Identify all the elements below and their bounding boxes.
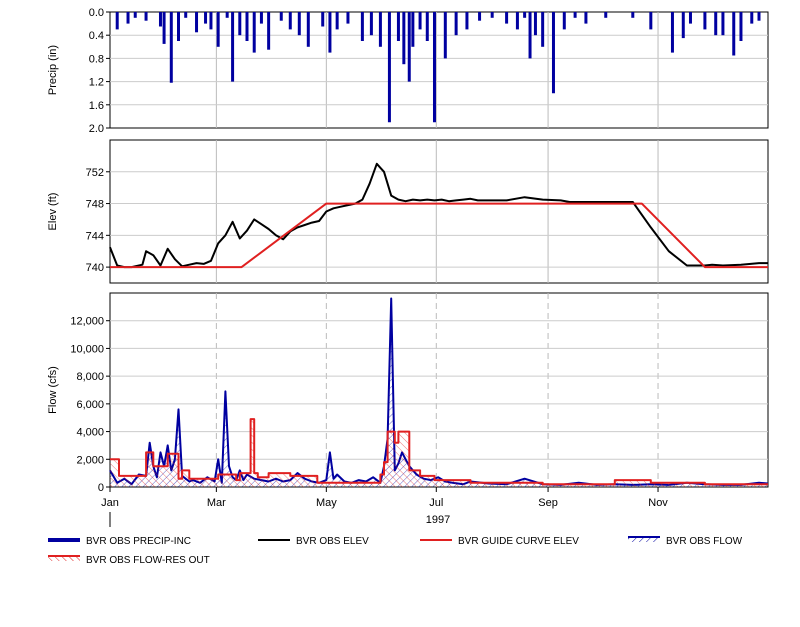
y-tick-label: 744 <box>86 230 104 242</box>
legend-label: BVR OBS PRECIP-INC <box>86 536 191 547</box>
y-tick-label: 0 <box>98 482 104 494</box>
x-axis: Jan Mar May Jul Sep Nov 1997 <box>101 487 668 527</box>
y-tick-label: 0.0 <box>89 7 104 19</box>
legend-label: BVR GUIDE CURVE ELEV <box>458 536 579 547</box>
y-tick-label: 10,000 <box>70 343 104 355</box>
y-tick-label: 6,000 <box>76 399 104 411</box>
x-tick-label: Sep <box>538 497 558 509</box>
x-tick-label: Jul <box>429 497 443 509</box>
legend-label: BVR OBS FLOW <box>666 536 743 547</box>
x-tick-label: May <box>316 497 337 509</box>
y-axis-label: Elev (ft) <box>47 193 59 231</box>
y-axis-label: Flow (cfs) <box>47 366 59 414</box>
y-axis-label: Precip (in) <box>47 45 59 95</box>
y-tick-label: 752 <box>86 167 104 179</box>
panel-2: 740 744 748 752 Elev (ft) <box>47 139 769 284</box>
y-tick-label: 740 <box>86 262 104 274</box>
year-label: 1997 <box>426 514 450 526</box>
y-tick-label: 1.2 <box>89 77 104 89</box>
chart-canvas: 0.0 0.4 0.8 1.2 1.6 2.0 Precip (in) 740 744 748 75… <box>47 7 769 566</box>
x-tick-label: Nov <box>648 497 668 509</box>
y-tick-label: 2,000 <box>76 454 104 466</box>
legend: BVR OBS PRECIP-INC BVR OBS ELEV BVR GUIDE … <box>48 536 743 566</box>
x-tick-label: Jan <box>101 497 119 509</box>
y-tick-label: 8,000 <box>76 371 104 383</box>
y-tick-label: 0.8 <box>89 53 104 65</box>
legend-label: BVR OBS ELEV <box>296 536 369 547</box>
legend-label: BVR OBS FLOW-RES OUT <box>86 555 210 566</box>
y-tick-label: 2.0 <box>89 123 104 135</box>
plot-frame <box>109 292 769 488</box>
plot-frame <box>109 11 769 129</box>
panel-3: 0 2,000 4,000 6,000 8,000 10,000 12,000 Flow (c… <box>47 292 769 494</box>
x-tick-label: Mar <box>207 497 226 509</box>
y-tick-label: 748 <box>86 199 104 211</box>
panel-1: 0.0 0.4 0.8 1.2 1.6 2.0 Precip (in) <box>47 7 769 135</box>
y-tick-label: 0.4 <box>89 30 104 42</box>
y-tick-label: 4,000 <box>76 427 104 439</box>
y-tick-label: 1.6 <box>89 100 104 112</box>
y-tick-label: 12,000 <box>70 316 104 328</box>
